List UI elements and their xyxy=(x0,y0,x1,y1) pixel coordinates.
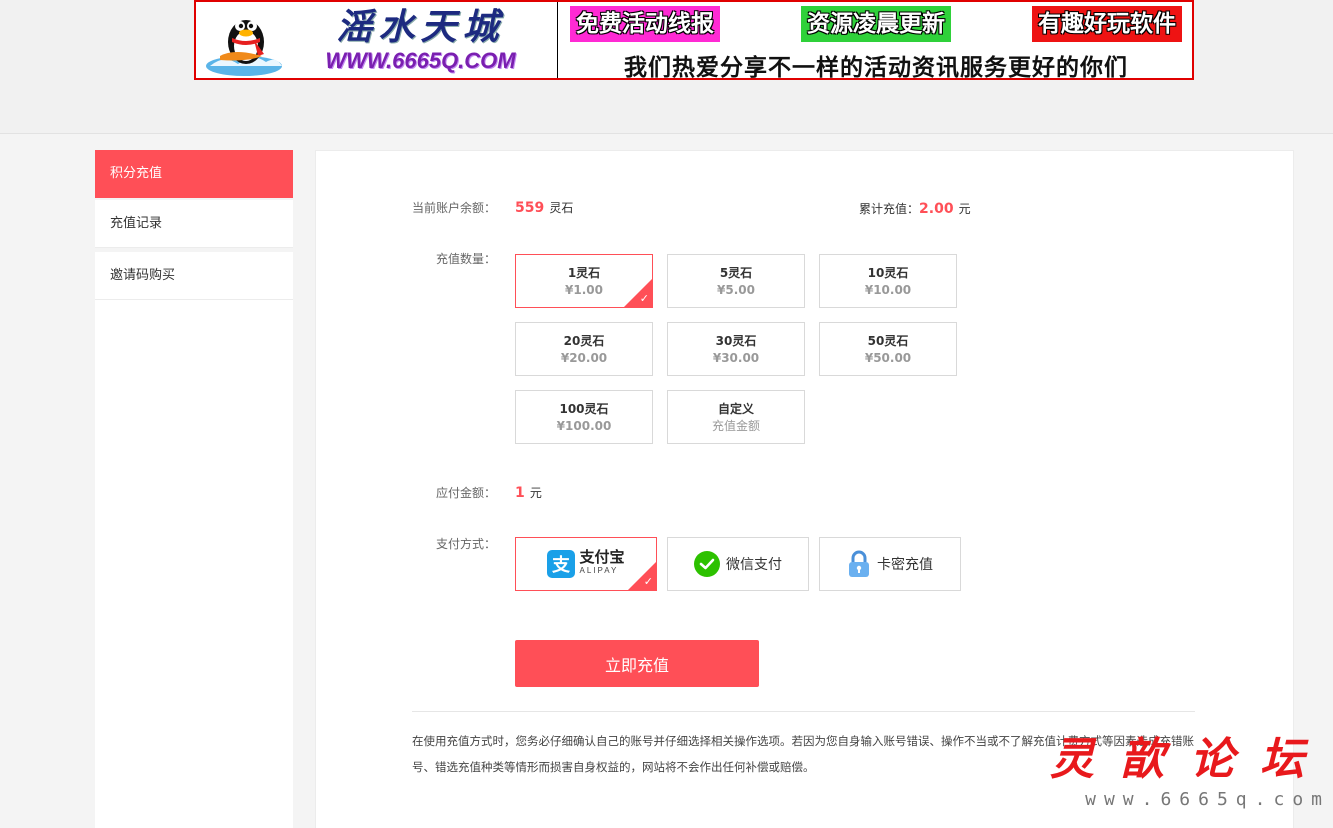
amount-option-name: 10灵石 xyxy=(867,266,909,280)
balance-unit: 灵石 xyxy=(549,201,574,215)
banner-site-url: WWW.6665Q.COM xyxy=(325,48,516,73)
amount-option-100[interactable]: 100灵石 ¥100.00 xyxy=(515,390,653,444)
banner-tag-3: 有趣好玩软件 xyxy=(1032,6,1182,42)
payable-label: 应付金额： xyxy=(435,486,496,500)
balance-value: 559 xyxy=(515,200,545,216)
amount-option-price: ¥100.00 xyxy=(556,419,612,433)
recharge-panel: 当前账户余额： 559 灵石 累计充值：2.00 元 充值数量： 1灵石 ¥1.… xyxy=(315,150,1294,828)
watermark-url: www.6665q.com xyxy=(1085,789,1330,810)
balance-display: 559 灵石 xyxy=(515,197,573,216)
banner-tags: 免费活动线报 资源凌晨更新 有趣好玩软件 xyxy=(570,6,1182,42)
amount-option-price: ¥10.00 xyxy=(864,283,912,297)
sidebar-item-points-recharge[interactable]: 积分充值 xyxy=(95,150,293,198)
banner-site: 滛水天城 WWW.6665Q.COM xyxy=(284,7,557,73)
lock-icon xyxy=(847,550,871,578)
payable-unit: 元 xyxy=(529,486,542,500)
amount-option-10[interactable]: 10灵石 ¥10.00 xyxy=(819,254,957,308)
check-icon: ✓ xyxy=(643,575,653,588)
amount-option-50[interactable]: 50灵石 ¥50.00 xyxy=(819,322,957,376)
amount-option-custom[interactable]: 自定义 充值金额 xyxy=(667,390,805,444)
sidebar-item-recharge-history[interactable]: 充值记录 xyxy=(95,200,293,248)
divider xyxy=(412,711,1195,712)
sidebar: 积分充值 充值记录 邀请码购买 xyxy=(95,150,293,828)
banner-tag-2: 资源凌晨更新 xyxy=(801,6,951,42)
amount-option-price: ¥50.00 xyxy=(864,351,912,365)
watermark: 灵歆论坛 www.6665q.com xyxy=(1040,732,1330,828)
amount-option-30[interactable]: 30灵石 ¥30.00 xyxy=(667,322,805,376)
banner-site-name: 滛水天城 xyxy=(336,6,505,48)
card-label: 卡密充值 xyxy=(877,557,933,573)
check-icon: ✓ xyxy=(639,292,649,305)
amount-option-name: 50灵石 xyxy=(867,334,909,348)
total-recharge-label: 累计充值： xyxy=(859,202,920,216)
amount-option-name: 5灵石 xyxy=(719,266,753,280)
payable-value: 1 xyxy=(515,485,525,501)
alipay-name: 支付宝 xyxy=(579,548,625,566)
top-bar: 滛水天城 WWW.6665Q.COM 免费活动线报 资源凌晨更新 有趣好玩软件 … xyxy=(0,0,1333,134)
alipay-label-group: 支付宝 ALIPAY xyxy=(579,550,624,578)
banner-tag-1: 免费活动线报 xyxy=(570,6,720,42)
sidebar-item-invite-code[interactable]: 邀请码购买 xyxy=(95,252,293,300)
amount-option-5[interactable]: 5灵石 ¥5.00 xyxy=(667,254,805,308)
total-recharge-display: 累计充值：2.00 元 xyxy=(859,198,971,217)
penguin-mascot-icon xyxy=(204,4,284,76)
amount-option-name: 30灵石 xyxy=(715,334,757,348)
payment-method-label: 支付方式： xyxy=(435,537,496,551)
pay-method-alipay[interactable]: 支 支付宝 ALIPAY ✓ xyxy=(515,537,657,591)
watermark-title: 灵歆论坛 xyxy=(1050,734,1330,785)
svg-text:支: 支 xyxy=(551,554,571,576)
total-recharge-value: 2.00 xyxy=(919,201,954,217)
banner-logo-area: 滛水天城 WWW.6665Q.COM xyxy=(196,2,558,78)
pay-method-card[interactable]: 卡密充值 xyxy=(819,537,961,591)
amount-option-1[interactable]: 1灵石 ¥1.00 ✓ xyxy=(515,254,653,308)
amount-option-price: ¥30.00 xyxy=(712,351,760,365)
amount-option-name: 20灵石 xyxy=(563,334,605,348)
amount-option-name: 自定义 xyxy=(717,402,754,416)
amount-option-price: ¥5.00 xyxy=(717,283,755,297)
amount-option-price: ¥20.00 xyxy=(560,351,608,365)
wechat-icon xyxy=(694,551,720,577)
amount-option-name: 100灵石 xyxy=(559,402,609,416)
total-recharge-unit: 元 xyxy=(958,202,971,216)
balance-label: 当前账户余额： xyxy=(411,201,496,215)
ad-banner[interactable]: 滛水天城 WWW.6665Q.COM 免费活动线报 资源凌晨更新 有趣好玩软件 … xyxy=(194,0,1194,81)
amount-option-20[interactable]: 20灵石 ¥20.00 xyxy=(515,322,653,376)
alipay-icon: 支 xyxy=(547,550,576,578)
banner-slogan: 我们热爱分享不一样的活动资讯服务更好的你们 xyxy=(624,55,1128,81)
alipay-sub: ALIPAY xyxy=(579,566,619,575)
wechat-label: 微信支付 xyxy=(726,557,782,573)
pay-method-wechat[interactable]: 微信支付 xyxy=(667,537,809,591)
recharge-amount-label: 充值数量： xyxy=(435,252,496,266)
recharge-now-button[interactable]: 立即充值 xyxy=(515,640,759,687)
banner-right: 免费活动线报 资源凌晨更新 有趣好玩软件 我们热爱分享不一样的活动资讯服务更好的… xyxy=(558,2,1192,81)
amount-option-price: 充值金额 xyxy=(711,419,760,433)
payable-display: 1 元 xyxy=(515,482,542,501)
